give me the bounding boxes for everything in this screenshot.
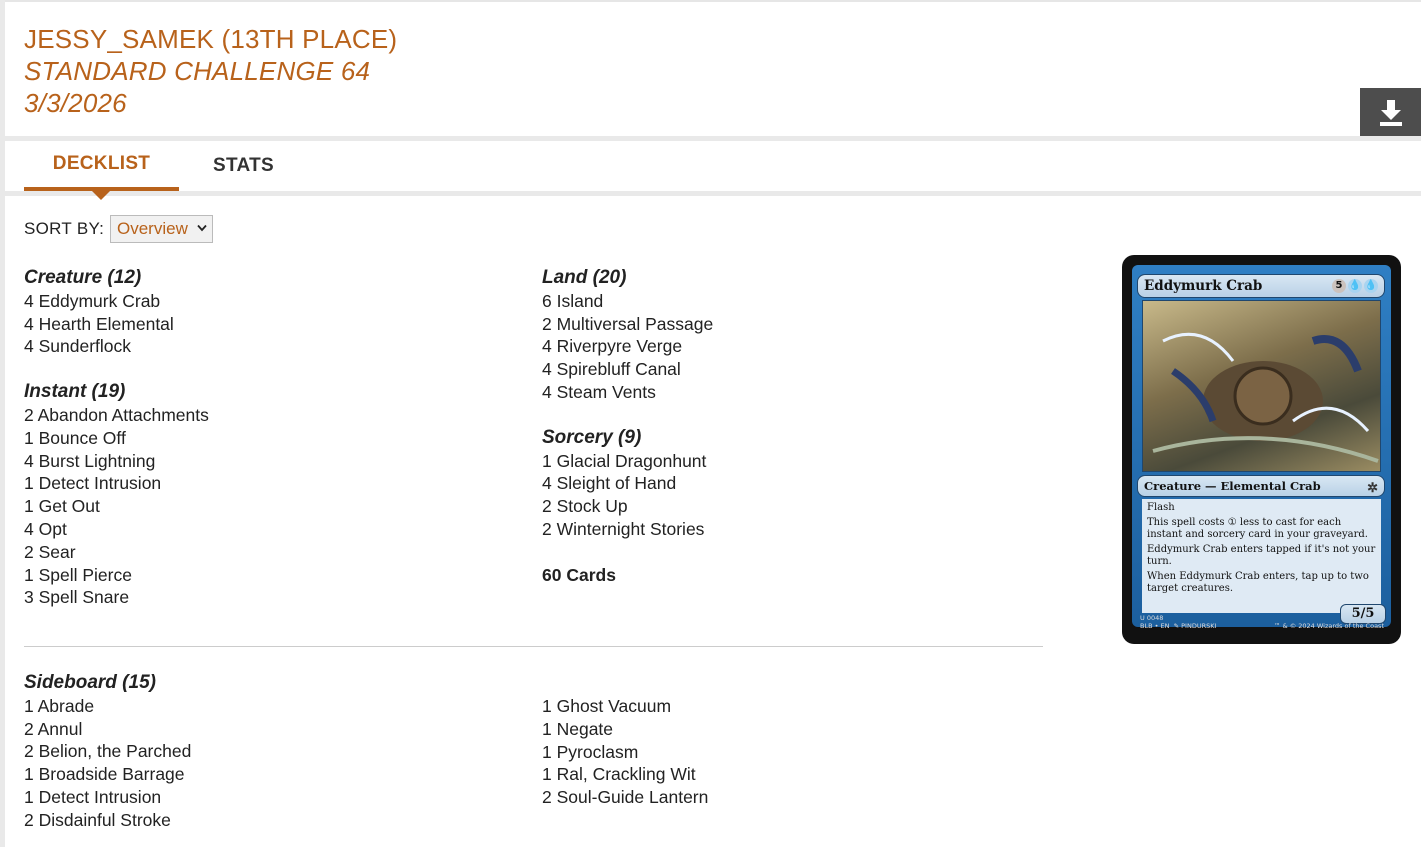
card-line[interactable]: 2 Belion, the Parched xyxy=(24,740,191,763)
main-deck-left: Creature (12) 4 Eddymurk Crab 4 Hearth E… xyxy=(24,267,209,609)
card-line[interactable]: 1 Detect Intrusion xyxy=(24,472,209,495)
sideboard-right: 1 Ghost Vacuum 1 Negate 1 Pyroclasm 1 Ra… xyxy=(542,695,708,809)
page: JESSY_SAMEK (13TH PLACE) STANDARD CHALLE… xyxy=(5,0,1421,847)
rules-line: When Eddymurk Crab enters, tap up to two… xyxy=(1147,570,1369,595)
card-line[interactable]: 2 Winternight Stories xyxy=(542,518,713,541)
tab-bar: DECKLIST STATS xyxy=(5,141,1421,191)
chevron-down-icon xyxy=(197,224,207,232)
card-line[interactable]: 1 Detect Intrusion xyxy=(24,786,191,809)
mana-blue-icon: 💧 xyxy=(1348,279,1362,293)
artist-name: PINDURSKI xyxy=(1181,621,1217,630)
category-heading: Instant (19) xyxy=(24,381,126,403)
download-button[interactable] xyxy=(1360,88,1421,138)
sideboard-left: Sideboard (15) 1 Abrade 2 Annul 2 Belion… xyxy=(24,672,191,832)
card-line[interactable]: 1 Broadside Barrage xyxy=(24,763,191,786)
card-line[interactable]: 1 Spell Pierce xyxy=(24,564,209,587)
card-art xyxy=(1142,300,1381,472)
player-title: JESSY_SAMEK (13TH PLACE) xyxy=(24,24,398,54)
event-header: JESSY_SAMEK (13TH PLACE) STANDARD CHALLE… xyxy=(5,0,1421,138)
card-line[interactable]: 1 Glacial Dragonhunt xyxy=(542,450,713,473)
event-date: 3/3/2026 xyxy=(24,88,127,118)
card-line[interactable]: 4 Eddymurk Crab xyxy=(24,290,209,313)
card-type-text: Creature — Elemental Crab xyxy=(1144,479,1321,493)
card-line[interactable]: 6 Island xyxy=(542,290,713,313)
card-line[interactable]: 1 Ral, Crackling Wit xyxy=(542,763,708,786)
category-heading: Land (20) xyxy=(542,267,627,288)
tab-stats[interactable]: STATS xyxy=(191,141,296,191)
sort-selected-value: Overview xyxy=(117,219,188,238)
card-line[interactable]: 2 Disdainful Stroke xyxy=(24,809,191,832)
sideboard-heading: Sideboard (15) xyxy=(24,672,156,693)
card-line[interactable]: 4 Riverpyre Verge xyxy=(542,335,713,358)
mana-blue-icon: 💧 xyxy=(1364,279,1378,293)
copyright: ™ & © 2024 Wizards of the Coast xyxy=(1274,622,1384,630)
event-name: STANDARD CHALLENGE 64 xyxy=(24,56,371,86)
sort-label: SORT BY: xyxy=(24,219,105,238)
tab-decklist[interactable]: DECKLIST xyxy=(24,141,179,191)
card-line[interactable]: 1 Bounce Off xyxy=(24,427,209,450)
rules-line: Eddymurk Crab enters tapped if it's not … xyxy=(1147,543,1376,568)
download-icon xyxy=(1379,100,1402,126)
card-line[interactable]: 4 Burst Lightning xyxy=(24,450,209,473)
card-line[interactable]: 1 Negate xyxy=(542,718,708,741)
card-line[interactable]: 2 Multiversal Passage xyxy=(542,313,713,336)
card-name-bar: Eddymurk Crab 5 💧 💧 xyxy=(1137,274,1385,298)
card-line[interactable]: 2 Abandon Attachments xyxy=(24,404,209,427)
card-line[interactable]: 2 Sear xyxy=(24,541,209,564)
card-line[interactable]: 2 Soul-Guide Lantern xyxy=(542,786,708,809)
card-line[interactable]: 4 Spirebluff Canal xyxy=(542,358,713,381)
card-footer: U 0048 BLB • EN ✎ PINDURSKI ™ & © 2024 W… xyxy=(1140,614,1390,630)
card-line[interactable]: 3 Spell Snare xyxy=(24,586,209,609)
rules-line: This spell costs ① less to cast for each… xyxy=(1147,516,1368,541)
card-rules-text: Flash This spell costs ① less to cast fo… xyxy=(1142,499,1381,613)
mana-generic-icon: 5 xyxy=(1332,279,1346,293)
card-line[interactable]: 4 Sleight of Hand xyxy=(542,472,713,495)
card-line[interactable]: 2 Stock Up xyxy=(542,495,713,518)
card-line[interactable]: 1 Abrade xyxy=(24,695,191,718)
card-total: 60 Cards xyxy=(542,564,616,585)
set-line: BLB • EN xyxy=(1140,621,1170,630)
card-line[interactable]: 4 Opt xyxy=(24,518,209,541)
card-line[interactable]: 1 Pyroclasm xyxy=(542,741,708,764)
card-frame: Eddymurk Crab 5 💧 💧 Creature — Elemental… xyxy=(1132,265,1391,627)
card-preview: Eddymurk Crab 5 💧 💧 Creature — Elemental… xyxy=(1122,255,1401,644)
divider xyxy=(5,191,1421,196)
card-line[interactable]: 2 Annul xyxy=(24,718,191,741)
sideboard-divider xyxy=(24,646,1043,647)
rules-line: Flash xyxy=(1147,502,1175,513)
active-tab-indicator xyxy=(92,191,110,200)
card-line[interactable]: 4 Sunderflock xyxy=(24,335,209,358)
category-heading: Creature (12) xyxy=(24,267,142,288)
mana-cost: 5 💧 💧 xyxy=(1332,279,1378,293)
set-symbol-icon: ✲ xyxy=(1367,481,1378,496)
sort-select[interactable]: Overview xyxy=(110,215,213,243)
card-line[interactable]: 1 Ghost Vacuum xyxy=(542,695,708,718)
card-line[interactable]: 1 Get Out xyxy=(24,495,209,518)
card-type-line: Creature — Elemental Crab ✲ xyxy=(1137,475,1385,497)
card-name: Eddymurk Crab xyxy=(1144,278,1263,294)
card-line[interactable]: 4 Hearth Elemental xyxy=(24,313,209,336)
main-deck-right: Land (20) 6 Island 2 Multiversal Passage… xyxy=(542,267,713,587)
card-line[interactable]: 4 Steam Vents xyxy=(542,381,713,404)
category-heading: Sorcery (9) xyxy=(542,426,642,448)
